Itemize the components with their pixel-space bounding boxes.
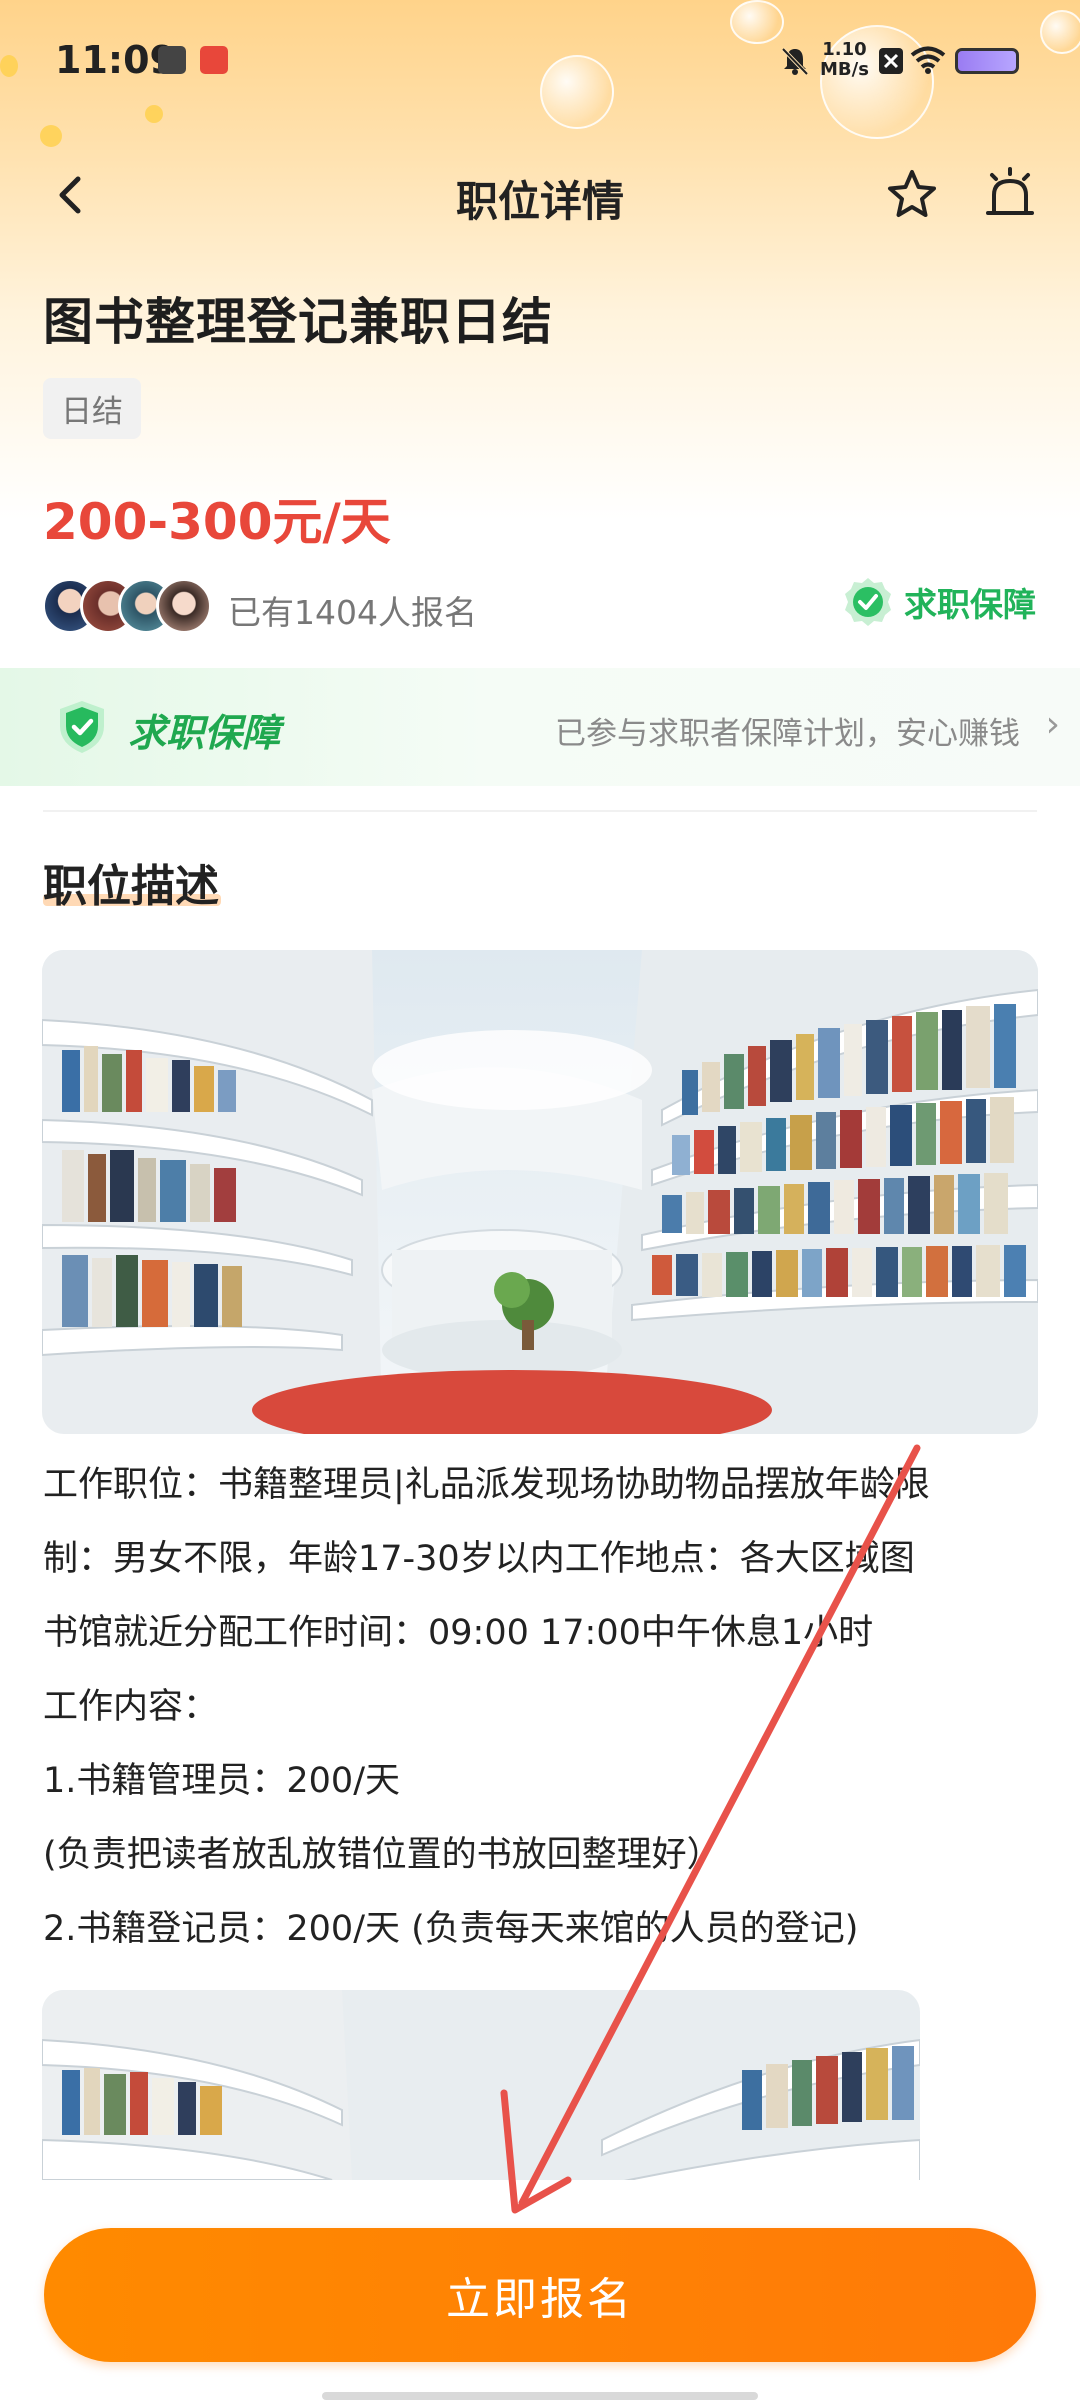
section-title: 职位描述 — [43, 861, 219, 912]
status-bar: 11:09 1.10 MB/s — [0, 0, 1080, 120]
home-indicator — [322, 2392, 758, 2400]
description-line: 工作职位：书籍整理员|礼品派发现场协助物品摆放年龄限 — [43, 1465, 930, 1505]
guarantee-badge[interactable]: 求职保障 — [840, 572, 1036, 632]
guarantee-shield-icon — [845, 578, 891, 626]
guarantee-banner-description: 已参与求职者保障计划，安心赚钱 — [555, 716, 1020, 752]
guarantee-check-shield-icon — [60, 701, 104, 753]
description-line: 2.书籍登记员：200/天 (负责每天来馆的人员的登记) — [43, 1909, 859, 1949]
guarantee-banner[interactable]: 求职保障 已参与求职者保障计划，安心赚钱 › — [0, 668, 1080, 786]
report-alarm-icon[interactable] — [980, 165, 1040, 225]
job-tag: 日结 — [43, 378, 141, 439]
divider — [43, 810, 1037, 812]
decorative-coin — [40, 125, 62, 147]
mute-bell-icon — [781, 47, 809, 76]
notification-app-icon-red — [200, 46, 228, 74]
notification-app-icon — [158, 46, 186, 74]
chevron-right-icon: › — [1045, 704, 1060, 745]
job-photo[interactable] — [42, 950, 1038, 1434]
apply-now-button[interactable]: 立即报名 — [44, 2228, 1036, 2362]
guarantee-badge-label: 求职保障 — [904, 585, 1036, 624]
description-line: 制：男女不限，年龄17-30岁以内工作地点：各大区域图 — [43, 1539, 915, 1579]
description-line: 书馆就近分配工作时间：09:00 17:00中午休息1小时 — [43, 1613, 874, 1653]
avatar — [156, 578, 212, 634]
battery-icon — [955, 48, 1019, 74]
wifi-icon — [910, 46, 946, 74]
sim-x-icon — [879, 48, 903, 74]
network-speed-unit: MB/s — [820, 59, 869, 80]
guarantee-banner-title: 求职保障 — [128, 711, 281, 755]
job-photo-2[interactable] — [42, 1990, 920, 2180]
favorite-star-icon[interactable] — [882, 165, 942, 225]
description-line: (负责把读者放乱放错位置的书放回整理好） — [43, 1835, 722, 1875]
apply-count: 已有1404人报名 — [228, 593, 477, 632]
salary: 200-300元/天 — [43, 493, 391, 551]
network-speed: 1.10 MB/s — [820, 40, 869, 80]
applicant-avatars — [42, 578, 212, 636]
description-line: 工作内容： — [43, 1687, 219, 1727]
job-title: 图书整理登记兼职日结 — [43, 293, 553, 351]
description-line: 1.书籍管理员：200/天 — [43, 1761, 400, 1801]
job-description-text: 工作职位：书籍整理员|礼品派发现场协助物品摆放年龄限 制：男女不限，年龄17-3… — [43, 1448, 1043, 1966]
network-speed-value: 1.10 — [822, 39, 867, 60]
